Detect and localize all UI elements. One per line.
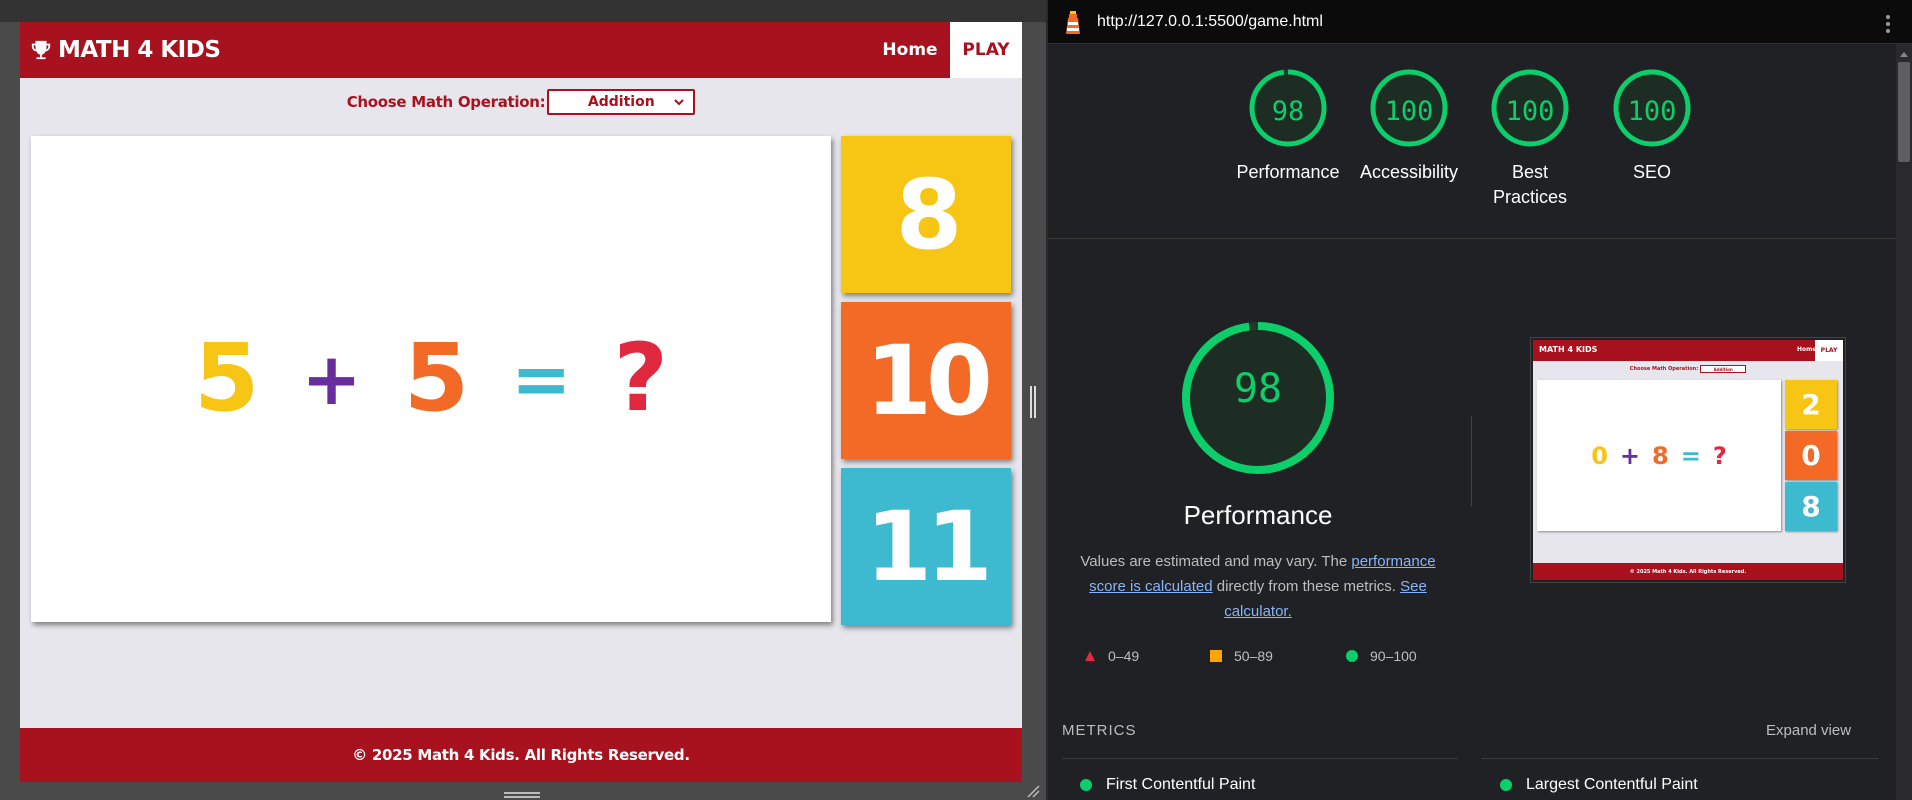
thumb-answer-2: 0 xyxy=(1785,431,1837,480)
more-vert-icon[interactable] xyxy=(1886,14,1890,34)
desc-text-1: Values are estimated and may vary. The xyxy=(1080,553,1352,570)
square-icon xyxy=(1210,650,1222,662)
gauge-value: 100 xyxy=(1627,96,1677,127)
report-topbar: http://127.0.0.1:5500/game.html xyxy=(1048,0,1912,44)
scroll-up-icon[interactable] xyxy=(1899,50,1909,58)
score-legend: 0–49 50–89 90–100 xyxy=(1084,644,1444,668)
performance-score-value: 98 xyxy=(1233,366,1283,412)
gauge-label: Best Practices xyxy=(1492,162,1568,207)
footer-text: © 2025 Math 4 Kids. All Rights Reserved. xyxy=(352,746,690,764)
thumb-header: MATH 4 KIDS Home PLAY xyxy=(1533,340,1843,361)
operation-selector-row: Choose Math Operation: Addition xyxy=(20,88,1022,116)
thumb-eq-right: 8 xyxy=(1652,441,1669,470)
thumb-eq-unknown: ? xyxy=(1712,441,1727,470)
thumb-operation-row: Choose Math Operation: Addition xyxy=(1533,364,1843,374)
resize-handle-icon[interactable] xyxy=(1026,784,1040,798)
gauge-best-practices[interactable]: 100 Best Practices xyxy=(1465,68,1595,210)
equation-operand-left: 5 xyxy=(194,324,260,433)
thumb-answer-3: 8 xyxy=(1785,482,1837,531)
equation: 5 + 5 = ? xyxy=(31,136,831,622)
equation-unknown: ? xyxy=(613,324,668,433)
divider xyxy=(1062,758,1458,759)
thumb-eq-equals: = xyxy=(1680,441,1701,470)
thumb-brand: MATH 4 KIDS xyxy=(1539,345,1598,354)
legend-average: 50–89 xyxy=(1210,648,1346,664)
metric-first-contentful-paint[interactable]: First Contentful Paint xyxy=(1080,776,1255,794)
metric-label: First Contentful Paint xyxy=(1106,776,1256,793)
thumb-answer-1: 2 xyxy=(1785,380,1837,429)
circle-icon xyxy=(1346,650,1358,662)
lighthouse-logo-icon xyxy=(1066,11,1080,34)
answer-option-1[interactable]: 8 xyxy=(841,136,1011,293)
gauge-value: 100 xyxy=(1505,96,1555,127)
site-footer: © 2025 Math 4 Kids. All Rights Reserved. xyxy=(20,728,1022,782)
gauge-label: Performance xyxy=(1236,162,1340,182)
gauge-performance[interactable]: 98 Performance xyxy=(1223,68,1353,185)
desc-text-2: directly from these metrics. xyxy=(1212,578,1401,595)
legend-fail: 0–49 xyxy=(1084,648,1210,664)
scrollbar-thumb[interactable] xyxy=(1898,62,1910,162)
pass-dot-icon xyxy=(1080,779,1092,791)
thumb-op-select: Addition xyxy=(1700,365,1747,373)
legend-average-range: 50–89 xyxy=(1234,648,1273,664)
gauge-value: 98 xyxy=(1271,96,1305,127)
pass-dot-icon xyxy=(1500,779,1512,791)
gauge-label: SEO xyxy=(1632,162,1671,182)
legend-pass-range: 90–100 xyxy=(1370,648,1417,664)
performance-description: Values are estimated and may vary. The p… xyxy=(1076,549,1440,624)
operation-select-value: Addition xyxy=(587,94,655,110)
drag-grip-icon[interactable] xyxy=(504,790,540,800)
gauge-seo[interactable]: 100 SEO xyxy=(1587,68,1717,185)
nav-home[interactable]: Home xyxy=(870,22,950,78)
brand-name: MATH 4 KIDS xyxy=(58,37,221,63)
thumb-op-label: Choose Math Operation: xyxy=(1629,366,1699,372)
thumb-nav-home: Home xyxy=(1797,346,1817,353)
legend-pass: 90–100 xyxy=(1346,648,1417,664)
split-handle-icon[interactable] xyxy=(1028,384,1038,420)
question-card: 5 + 5 = ? xyxy=(31,136,831,622)
performance-title: Performance xyxy=(1183,500,1333,530)
legend-fail-range: 0–49 xyxy=(1108,648,1140,664)
metrics-heading: METRICS xyxy=(1062,722,1137,739)
metric-label: Largest Contentful Paint xyxy=(1526,776,1698,793)
metric-largest-contentful-paint[interactable]: Largest Contentful Paint xyxy=(1500,776,1698,794)
gauge-value: 100 xyxy=(1384,96,1434,127)
trophy-icon xyxy=(31,40,51,60)
divider xyxy=(1482,758,1878,759)
equation-operator: + xyxy=(301,337,362,421)
equation-equals: = xyxy=(511,337,572,421)
site-header: MATH 4 KIDS Home PLAY xyxy=(20,22,1022,78)
operation-select[interactable]: Addition xyxy=(547,89,696,115)
gauge-accessibility[interactable]: 100 Accessibility xyxy=(1344,68,1474,185)
main-nav: Home PLAY xyxy=(870,22,1022,78)
vertical-divider xyxy=(1471,416,1472,506)
nav-play[interactable]: PLAY xyxy=(950,22,1022,78)
expand-view-button[interactable]: Expand view xyxy=(1766,722,1851,739)
report-url: http://127.0.0.1:5500/game.html xyxy=(1097,13,1323,30)
game-page: MATH 4 KIDS Home PLAY Choose Math Operat… xyxy=(20,22,1022,782)
thumb-nav-play: PLAY xyxy=(1815,340,1843,361)
gauge-label: Accessibility xyxy=(1359,162,1459,182)
equation-operand-right: 5 xyxy=(403,324,470,433)
thumb-eq-left: 0 xyxy=(1591,441,1608,470)
answer-option-2[interactable]: 10 xyxy=(841,302,1011,459)
thumb-footer: © 2025 Math 4 Kids. All Rights Reserved. xyxy=(1533,563,1843,580)
site-logo[interactable]: MATH 4 KIDS xyxy=(30,36,221,64)
chevron-down-icon xyxy=(674,99,685,106)
operation-label: Choose Math Operation: xyxy=(346,93,546,111)
browser-top-strip xyxy=(0,0,1046,22)
final-screenshot[interactable]: MATH 4 KIDS Home PLAY Choose Math Operat… xyxy=(1533,340,1843,580)
triangle-icon xyxy=(1085,651,1095,661)
answer-option-3[interactable]: 11 xyxy=(841,468,1011,625)
lighthouse-report: http://127.0.0.1:5500/game.html 98 Perfo… xyxy=(1048,0,1912,800)
thumb-eq-op: + xyxy=(1619,441,1641,470)
divider xyxy=(1048,238,1896,239)
thumb-question-card: 0 + 8 = ? xyxy=(1537,380,1781,531)
